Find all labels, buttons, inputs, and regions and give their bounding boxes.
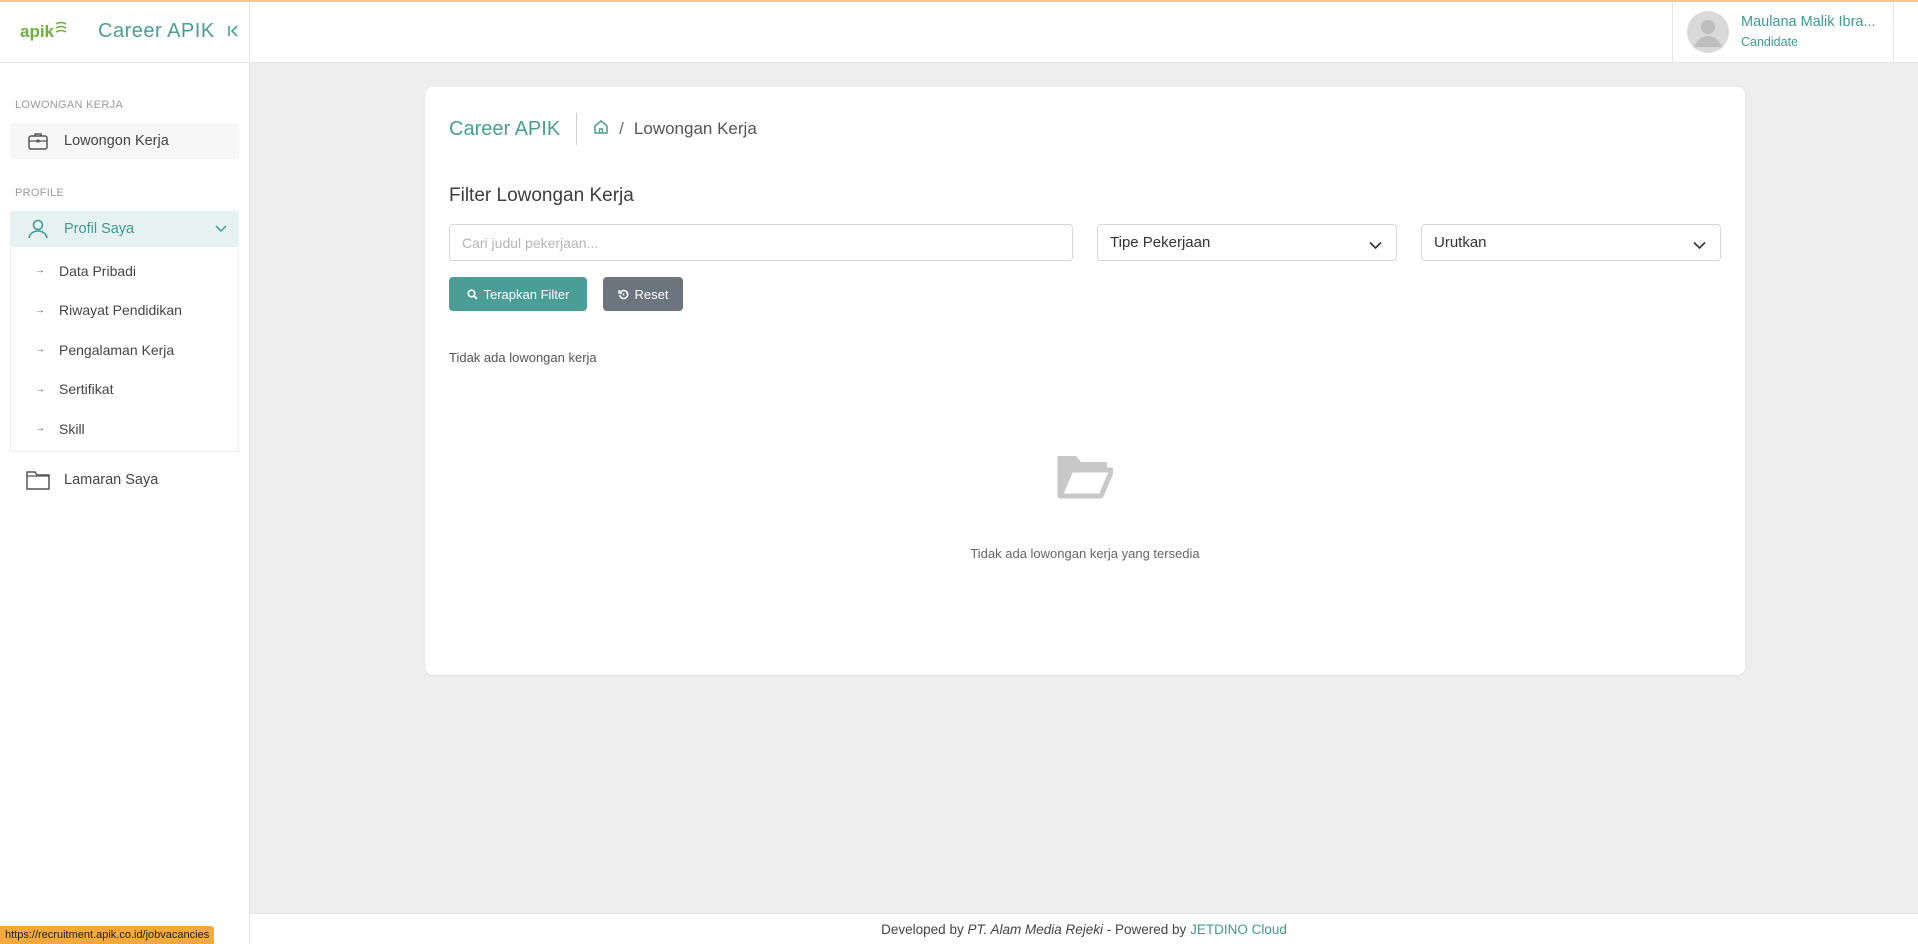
top-accent-line [0,0,1918,2]
reset-icon [617,289,629,300]
sidebar-item-label: Profil Saya [64,221,135,237]
brand-title: Career APIK [98,19,215,42]
user-meta: Maulana Malik Ibra... Candidate [1741,14,1876,49]
apik-logo[interactable]: apik [20,16,68,46]
footer-middle: - Powered by [1103,922,1191,937]
sidebar-item-label: Lowongon Kerja [64,133,169,149]
folder-open-icon [1057,452,1115,505]
status-bar-url: https://recruitment.apik.co.id/jobvacanc… [0,926,215,944]
sidebar-brand: apik Career APIK [0,0,249,63]
job-type-select-value: Tipe Pekerjaan [1110,234,1211,251]
user-role: Candidate [1741,35,1798,49]
search-icon [466,288,478,300]
apply-filter-label: Terapkan Filter [483,286,570,302]
card-brand-title: Career APIK [449,113,578,145]
user-name: Maulana Malik Ibra... [1741,14,1876,30]
reset-label: Reset [634,286,669,302]
subitem-label: Riwayat Pendidikan [59,302,182,319]
empty-state-message: Tidak ada lowongan kerja yang tersedia [970,546,1200,561]
avatar [1687,10,1729,53]
chevron-down-icon [215,221,227,237]
user-icon [26,218,50,240]
job-type-select[interactable]: Tipe Pekerjaan [1097,224,1397,261]
footer-company: PT. Alam Media Rejeki [967,922,1104,937]
sidebar-item-label: Lamaran Saya [64,471,159,488]
sidebar-subitem-skill[interactable]: → Skill [11,409,238,449]
arrow-right-icon: → [35,344,45,356]
briefcase-icon [26,130,50,152]
sidebar-subitem-data-pribadi[interactable]: → Data Pribadi [11,251,238,291]
subitem-label: Data Pribadi [59,262,137,279]
section-label-lowongan: LOWONGAN KERJA [15,99,124,111]
sidebar-item-lowongan-kerja[interactable]: Lowongon Kerja [10,123,239,159]
chevron-down-icon [1693,237,1706,254]
user-menu[interactable]: Maulana Malik Ibra... Candidate [1672,0,1894,63]
no-jobs-text: Tidak ada lowongan kerja [449,350,597,365]
search-job-input[interactable] [449,224,1073,261]
sidebar-subitem-sertifikat[interactable]: → Sertifikat [11,370,238,410]
apply-filter-button[interactable]: Terapkan Filter [449,277,587,311]
sidebar-subitem-riwayat-pendidikan[interactable]: → Riwayat Pendidikan [11,291,238,331]
footer: Developed by PT. Alam Media Rejeki - Pow… [250,913,1918,944]
subitem-label: Sertifikat [59,381,114,398]
reset-button[interactable]: Reset [603,277,683,311]
card-header: Career APIK / Lowongan Kerja [449,113,757,145]
arrow-right-icon: → [35,265,45,277]
sidebar: apik Career APIK LOWONGAN KERJA Lowongon… [0,0,250,944]
folder-icon [26,469,50,491]
sort-select[interactable]: Urutkan [1421,224,1721,261]
subitem-label: Pengalaman Kerja [59,341,175,358]
svg-text:apik: apik [20,22,55,41]
main-card: Career APIK / Lowongan Kerja Filter Lowo… [425,87,1745,675]
breadcrumb-separator: / [619,119,624,138]
arrow-right-icon: → [35,423,45,435]
sidebar-item-profil-saya[interactable]: Profil Saya [10,211,239,247]
filter-title: Filter Lowongan Kerja [449,185,634,206]
topbar: Maulana Malik Ibra... Candidate [250,0,1918,63]
section-label-profile: PROFILE [15,187,65,199]
profil-submenu: → Data Pribadi → Riwayat Pendidikan → Pe… [10,247,239,452]
collapse-sidebar-icon[interactable] [227,25,239,37]
sidebar-subitem-pengalaman-kerja[interactable]: → Pengalaman Kerja [11,330,238,370]
arrow-right-icon: → [35,304,45,316]
footer-prefix: Developed by [881,922,968,937]
sort-select-value: Urutkan [1434,234,1487,251]
breadcrumb: / Lowongan Kerja [593,119,757,140]
breadcrumb-current: Lowongan Kerja [633,119,757,138]
home-icon[interactable] [593,119,609,140]
footer-powered-link[interactable]: JETDINO Cloud [1190,922,1287,937]
chevron-down-icon [1369,237,1382,254]
sidebar-item-lamaran-saya[interactable]: Lamaran Saya [10,462,239,498]
arrow-right-icon: → [35,383,45,395]
subitem-label: Skill [59,420,85,437]
